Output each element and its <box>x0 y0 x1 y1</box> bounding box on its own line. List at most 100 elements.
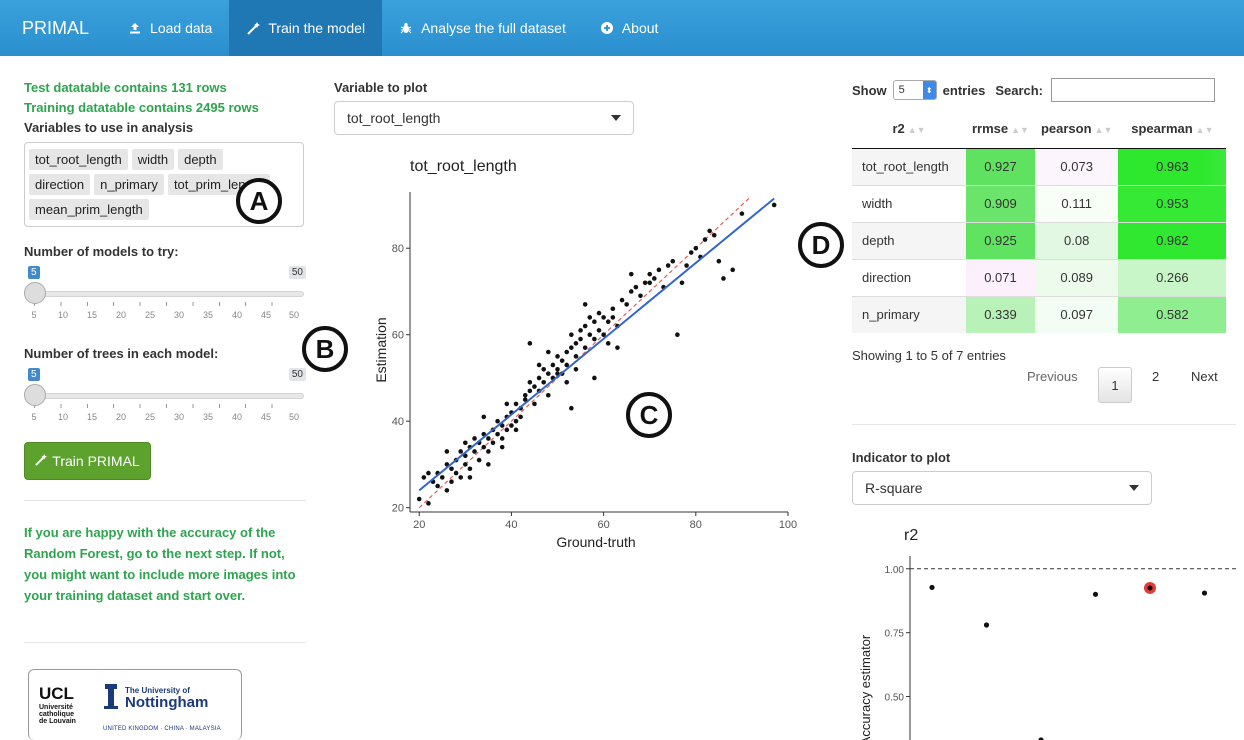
trees-slider-label: Number of trees in each model: <box>24 346 219 361</box>
show-label: Show <box>852 82 887 98</box>
cell-pearson: 0.266 <box>1118 258 1227 296</box>
column-header-pearson[interactable]: pearson ▲▼ <box>1034 110 1119 149</box>
chart-title: r2 <box>904 527 918 544</box>
nav-label: Train the model <box>268 20 366 36</box>
nav-analyse-dataset[interactable]: Analyse the full dataset <box>382 0 583 56</box>
y-tick-label: 0.50 <box>885 693 905 704</box>
slider-grid-labels: 5 10 15 20 25 30 35 40 45 50 <box>24 412 306 424</box>
column-header-r2[interactable]: r2 ▲▼ <box>852 110 966 149</box>
cell-pearson: 0.582 <box>1118 295 1227 333</box>
slider-tick-label: 40 <box>231 310 243 320</box>
data-point <box>711 232 717 238</box>
data-point <box>665 263 671 268</box>
variable-tag[interactable]: width <box>131 149 175 170</box>
variable-tag[interactable]: depth <box>178 149 223 170</box>
data-point <box>472 436 477 441</box>
pagination-page-1[interactable]: 1 <box>1098 367 1132 403</box>
data-point <box>559 358 565 363</box>
nav-load-data[interactable]: Load data <box>111 0 229 56</box>
data-point <box>716 258 722 264</box>
nottingham-crest-icon <box>103 684 119 713</box>
data-point <box>536 375 542 381</box>
caret-down-icon <box>1129 485 1139 491</box>
variable-select[interactable]: tot_root_length <box>334 101 634 135</box>
annotation-c: C <box>626 392 672 438</box>
column-header-rrmse[interactable]: rrmse ▲▼ <box>966 110 1035 149</box>
slider-tick-label: 25 <box>144 310 156 320</box>
slider-track[interactable] <box>30 393 304 399</box>
slider-track[interactable] <box>30 291 304 297</box>
data-point <box>467 475 473 480</box>
data-point <box>615 345 620 350</box>
slider-max-label: 50 <box>288 368 306 381</box>
slider-handle[interactable] <box>24 282 46 304</box>
variable-tag[interactable]: n_primary <box>94 174 164 195</box>
slider-tick-label: 30 <box>173 310 185 320</box>
data-point <box>1092 591 1099 597</box>
data-point <box>472 449 477 454</box>
data-point <box>453 470 459 476</box>
nav-train-model[interactable]: Train the model <box>229 0 383 56</box>
variable-tag[interactable]: mean_prim_length <box>29 199 149 220</box>
cell-rrmse: 0.089 <box>1034 258 1119 296</box>
data-point <box>435 483 440 489</box>
data-point <box>721 276 726 281</box>
data-point <box>642 280 648 286</box>
sort-icon: ▲▼ <box>1094 125 1113 136</box>
data-point <box>545 371 551 376</box>
pagination-previous[interactable]: Previous <box>1027 369 1078 384</box>
slider-min-label: 5 <box>28 368 40 381</box>
slider-tick-label: 40 <box>231 412 243 422</box>
variable-tag[interactable]: tot_root_length <box>29 149 128 170</box>
data-point <box>1201 590 1208 596</box>
data-point <box>573 366 579 372</box>
slider-tick-label: 5 <box>31 310 37 320</box>
column-header-spearman[interactable]: spearman ▲▼ <box>1118 110 1227 149</box>
cell-pearson: 0.963 <box>1118 147 1227 185</box>
partner-logos: UCL Université catholique de Louvain The… <box>28 669 242 740</box>
y-tick-label: 80 <box>392 243 404 255</box>
data-point <box>771 202 777 208</box>
nav-about[interactable]: About <box>583 0 676 56</box>
search-input[interactable] <box>1051 78 1216 102</box>
variable-tag[interactable]: direction <box>29 174 91 195</box>
data-point <box>504 401 510 407</box>
slider-tick-label: 45 <box>260 412 272 422</box>
data-point <box>679 280 685 286</box>
trees-slider[interactable]: 5 50 5 10 15 20 25 30 35 40 45 50 <box>24 368 306 426</box>
data-point <box>550 362 556 368</box>
divider <box>24 642 306 643</box>
variable-select-value: tot_root_length <box>347 110 441 126</box>
data-point <box>486 462 491 467</box>
cell-r2: 0.071 <box>966 258 1035 296</box>
pagination-page-2[interactable]: 2 <box>1152 369 1159 384</box>
data-point <box>481 444 487 450</box>
data-point <box>541 366 546 372</box>
cell-pearson: 0.953 <box>1118 184 1227 222</box>
nav-label: About <box>621 20 659 36</box>
data-point <box>647 280 653 286</box>
slider-tick-label: 45 <box>260 310 272 320</box>
data-point <box>628 289 634 294</box>
data-point <box>444 488 450 493</box>
brand[interactable]: PRIMAL <box>0 0 111 56</box>
variables-label: Variables to use in analysis <box>24 120 194 135</box>
slider-ticks <box>34 302 298 306</box>
data-point <box>509 423 514 428</box>
data-point <box>555 366 560 372</box>
train-button[interactable]: Train PRIMAL <box>24 442 151 480</box>
indicator-select[interactable]: R-square <box>852 471 1152 505</box>
slider-handle[interactable] <box>24 384 46 406</box>
slider-tick-label: 50 <box>288 412 300 422</box>
entries-label: entries <box>942 82 986 98</box>
cell-rrmse: 0.073 <box>1034 147 1119 185</box>
data-point <box>486 449 491 454</box>
entries-length-select[interactable]: 5 ⬍ <box>892 80 937 100</box>
pagination-next[interactable]: Next <box>1191 369 1218 384</box>
models-slider[interactable]: 5 50 5 10 15 20 25 30 35 40 45 50 <box>24 266 306 324</box>
data-point <box>656 267 662 273</box>
cell-pearson: 0.962 <box>1118 221 1227 259</box>
data-point <box>532 384 537 389</box>
data-point <box>1147 585 1153 591</box>
slider-grid-labels: 5 10 15 20 25 30 35 40 45 50 <box>24 310 306 322</box>
